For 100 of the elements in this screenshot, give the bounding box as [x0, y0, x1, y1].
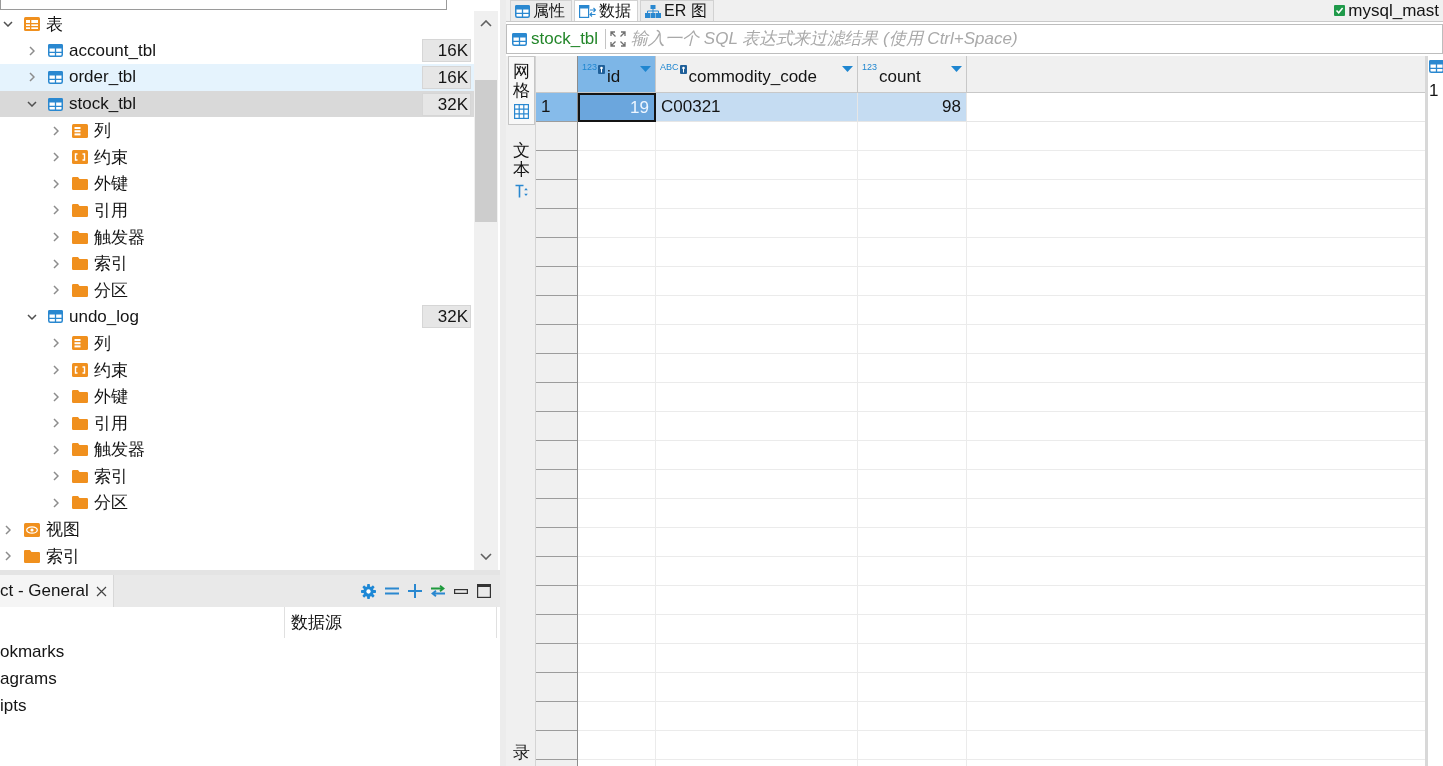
tree-item[interactable]: 视图 [0, 516, 474, 543]
tree-item[interactable]: undo_log 32K [0, 303, 474, 331]
tree-item[interactable]: 外键 [0, 170, 474, 198]
maximize-icon[interactable] [476, 584, 491, 598]
table-cell: 98 [858, 93, 967, 122]
size-badge: 16K [422, 39, 471, 63]
eye-icon [24, 522, 40, 537]
close-icon[interactable] [95, 585, 107, 597]
chevron-icon[interactable] [53, 444, 59, 455]
filter-bar[interactable]: stock_tbl 输入一个 SQL 表达式来过滤结果 (使用 Ctrl+Space) [506, 24, 1443, 54]
swap-arrows-icon[interactable] [429, 585, 446, 597]
view-tab[interactable]: 网格 [508, 56, 535, 126]
tree-item[interactable]: 约束 [0, 356, 474, 384]
check-icon [1334, 5, 1346, 16]
chevron-icon[interactable] [5, 551, 11, 562]
expand-icon[interactable] [407, 584, 422, 598]
chevron-icon[interactable] [53, 125, 59, 136]
chevron-icon[interactable] [53, 338, 59, 349]
bars-icon [72, 336, 88, 351]
minimize-icon[interactable] [453, 588, 468, 594]
project-item[interactable]: ipts [0, 692, 27, 719]
tree-item[interactable]: order_tbl 16K [0, 64, 474, 91]
folder-icon [72, 416, 88, 430]
chevron-icon[interactable] [53, 498, 59, 508]
diagram-icon [645, 4, 661, 18]
project-tab[interactable]: ct - General [0, 575, 114, 607]
chevron-icon[interactable] [53, 471, 59, 482]
tree-item[interactable]: 约束 [0, 143, 474, 171]
chevron-icon[interactable] [53, 232, 59, 243]
editor-tab[interactable]: 属性 [510, 0, 572, 21]
scroll-up-icon[interactable] [480, 20, 492, 27]
dropdown-icon[interactable] [640, 66, 651, 72]
dropdown-icon[interactable] [951, 66, 962, 72]
table-cell: C00321 [656, 93, 858, 122]
size-badge: 16K [422, 66, 471, 89]
tree-item[interactable]: 引用 [0, 409, 474, 437]
type-label: 123 [862, 62, 878, 72]
table-folder-icon [24, 17, 40, 32]
table-icon [512, 32, 527, 46]
tree-item[interactable]: 分区 [0, 276, 474, 304]
bars-icon [72, 123, 88, 138]
chevron-icon[interactable] [5, 524, 11, 535]
editor-tab[interactable]: 数据 [574, 0, 638, 21]
tree-item[interactable]: 触发器 [0, 436, 474, 464]
tree-item[interactable]: 分区 [0, 489, 474, 517]
table-icon [515, 4, 530, 18]
project-item[interactable]: okmarks [0, 638, 65, 665]
chevron-icon[interactable] [53, 365, 59, 375]
tree-item[interactable]: stock_tbl 32K [0, 90, 474, 118]
grid-icon [514, 104, 529, 120]
folder-icon [24, 549, 40, 563]
chevron-icon[interactable] [53, 152, 59, 163]
tree-item[interactable]: 索引 [0, 250, 474, 277]
settings-icon[interactable] [361, 583, 376, 599]
tree-item[interactable]: 列 [0, 117, 474, 144]
folder-icon [72, 177, 88, 191]
connection-selector[interactable]: mysql_mast [1334, 0, 1443, 21]
tree-item[interactable]: 引用 [0, 197, 474, 224]
view-tab[interactable]: 录 [508, 741, 535, 766]
chevron-icon[interactable] [27, 313, 37, 320]
table-icon [48, 71, 63, 84]
tree-item[interactable]: 索引 [0, 542, 474, 570]
chevron-icon[interactable] [3, 21, 13, 28]
chevron-icon[interactable] [29, 45, 35, 56]
tree-item[interactable]: 外键 [0, 383, 474, 410]
size-badge: 32K [422, 92, 471, 116]
dropdown-icon[interactable] [842, 66, 853, 72]
chevron-icon[interactable] [53, 285, 59, 296]
view-tab[interactable]: 文本 [508, 135, 535, 204]
column-header[interactable]: 123 id [578, 56, 656, 93]
table-icon [48, 44, 63, 58]
size-badge: 32K [422, 305, 471, 329]
tree-item[interactable]: 表 [0, 11, 474, 38]
scrollbar-thumb[interactable] [475, 80, 497, 222]
chevron-icon[interactable] [53, 418, 59, 429]
collapse-icon[interactable] [384, 587, 399, 595]
expand-arrows-icon[interactable] [610, 31, 627, 47]
folder-icon [72, 230, 88, 244]
tree-item[interactable]: 触发器 [0, 223, 474, 251]
chevron-icon[interactable] [53, 178, 59, 189]
scroll-down-icon[interactable] [480, 553, 492, 560]
editor-tab[interactable]: ER 图 [640, 0, 714, 21]
chevron-icon[interactable] [27, 101, 37, 108]
row-number[interactable]: 1 [536, 93, 578, 122]
table-icon [48, 310, 63, 324]
table-icon [48, 97, 63, 111]
chevron-icon[interactable] [53, 205, 59, 216]
chevron-icon[interactable] [53, 391, 59, 402]
tree-item[interactable]: 索引 [0, 463, 474, 490]
folder-icon [72, 283, 88, 297]
scrollbar[interactable] [474, 11, 498, 570]
filter-field[interactable]: 输入一个 SQL 表达式来过滤结果 (使用 Ctrl+Space) [629, 26, 1442, 52]
folder-icon [72, 443, 88, 457]
bracket-icon [72, 363, 88, 377]
tree-item[interactable]: 列 [0, 330, 474, 357]
project-item[interactable]: agrams [0, 665, 57, 692]
search-field[interactable] [0, 0, 447, 10]
column-header[interactable]: 数据源 [285, 607, 497, 638]
tree-item[interactable]: account_tbl 16K [0, 37, 474, 65]
chevron-icon[interactable] [53, 258, 59, 269]
